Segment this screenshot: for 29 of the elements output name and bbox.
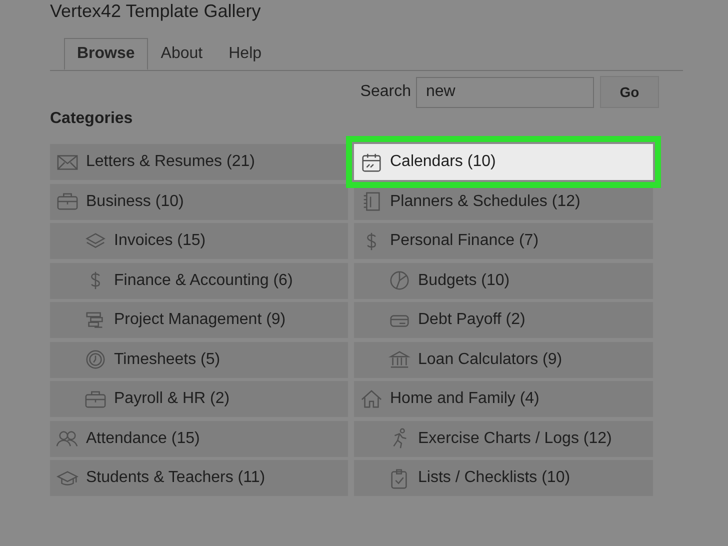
category-item[interactable]: Payroll & HR (2) bbox=[50, 381, 348, 417]
category-item[interactable]: Business (10) bbox=[50, 184, 348, 220]
category-item[interactable]: Exercise Charts / Logs (12) bbox=[354, 420, 653, 456]
category-item[interactable]: Lists / Checklists (10) bbox=[354, 460, 653, 496]
category-item[interactable]: Timesheets (5) bbox=[50, 342, 348, 378]
category-item[interactable]: Attendance (15) bbox=[50, 420, 348, 456]
page-title: Vertex42 Template Gallery bbox=[50, 0, 262, 22]
category-item[interactable]: Personal Finance (7) bbox=[354, 223, 653, 259]
pie-chart-icon bbox=[388, 269, 411, 292]
clock-icon bbox=[84, 348, 107, 371]
search-label: Search bbox=[360, 83, 411, 101]
category-item[interactable]: Letters & Resumes (21) bbox=[50, 144, 348, 180]
tab[interactable]: Browse bbox=[64, 38, 148, 70]
tab[interactable]: Help bbox=[216, 38, 275, 70]
category-item[interactable]: Calendars (10) bbox=[354, 144, 653, 180]
category-item[interactable]: Debt Payoff (2) bbox=[354, 302, 653, 338]
category-item[interactable]: Finance & Accounting (6) bbox=[50, 262, 348, 298]
category-item[interactable]: Budgets (10) bbox=[354, 262, 653, 298]
category-item[interactable]: Invoices (15) bbox=[50, 223, 348, 259]
category-item[interactable]: Students & Teachers (11) bbox=[50, 460, 348, 496]
category-item[interactable]: Project Management (9) bbox=[50, 302, 348, 338]
category-item[interactable]: Home and Family (4) bbox=[354, 381, 653, 417]
go-button[interactable]: Go bbox=[600, 76, 659, 108]
categories-heading: Categories bbox=[50, 110, 134, 129]
category-item[interactable]: Loan Calculators (9) bbox=[354, 342, 653, 378]
search-field[interactable]: new bbox=[416, 76, 594, 108]
house-icon bbox=[360, 388, 383, 410]
briefcase-icon bbox=[56, 190, 79, 213]
tab[interactable]: About bbox=[148, 38, 216, 70]
